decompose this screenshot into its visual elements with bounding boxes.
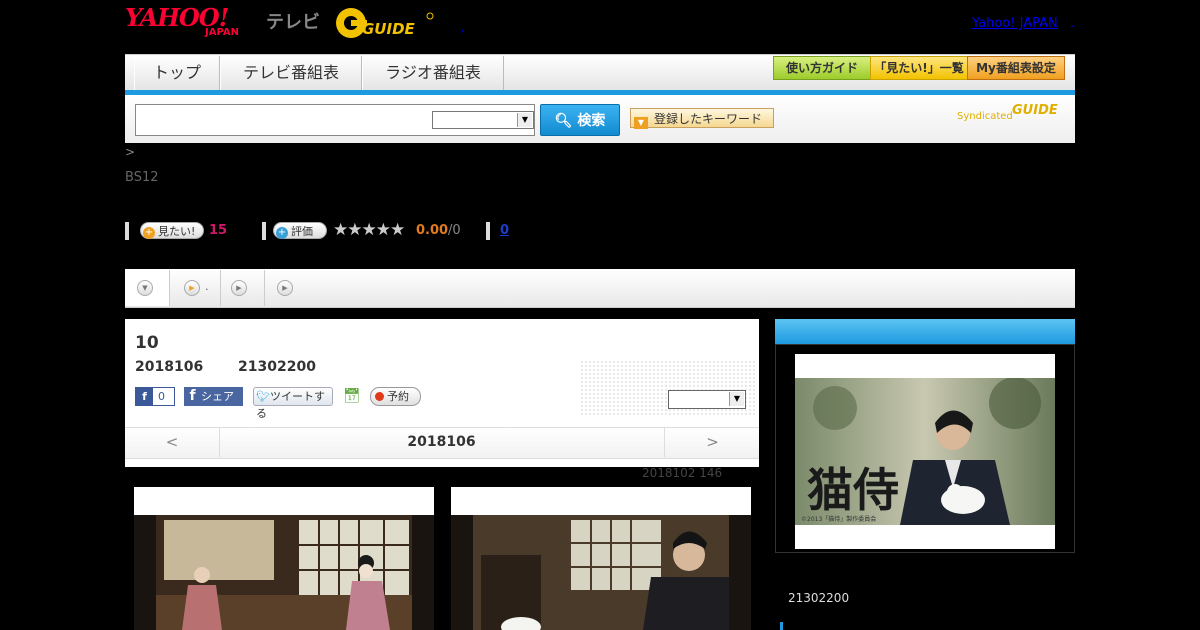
channel-name: BS12 — [125, 170, 159, 185]
reserve-button[interactable]: 予約 — [370, 387, 421, 406]
reserve-label: 予約 — [387, 390, 409, 403]
yahoo-japan-logo-text: JAPAN — [205, 27, 239, 38]
my-listings-button[interactable]: My番組表設定 — [967, 56, 1065, 80]
saved-keywords-label: 登録したキーワード — [654, 112, 763, 126]
search-icon: 🔍︎ — [554, 113, 573, 129]
header-dot: . — [1070, 16, 1075, 31]
usage-guide-button[interactable]: 使い方ガイド — [773, 56, 871, 80]
air-date: 2018106 — [135, 359, 204, 375]
search-category-select[interactable]: ▼ — [432, 111, 534, 129]
rating-value: 0.00 — [416, 223, 449, 238]
play-icon: ▶ — [184, 280, 200, 296]
syndicated-label: Syndicated — [957, 111, 1013, 122]
air-time: 21302200 — [238, 359, 316, 375]
twitter-bird-icon: 🐦︎ — [256, 390, 270, 403]
plus-icon: + — [276, 227, 288, 239]
scene-photo-1 — [134, 515, 434, 630]
calendar-add-icon[interactable]: 📅︎ — [343, 388, 361, 404]
chevron-down-icon: ▼ — [517, 113, 532, 127]
tab-tv-listings[interactable]: テレビ番組表 — [220, 56, 362, 90]
rate-button[interactable]: + 評価 — [273, 222, 327, 239]
play-icon: ▶ — [277, 280, 293, 296]
arrow-down-icon: ▼ — [634, 117, 648, 129]
want-count: 15 — [209, 223, 228, 238]
syndicated-gguide-logo: GUIDE — [1012, 103, 1058, 118]
facebook-like-button[interactable]: f0 — [135, 387, 175, 406]
record-icon — [375, 392, 384, 401]
divider — [125, 222, 129, 240]
share-label: シェア — [201, 390, 234, 403]
divider — [262, 222, 266, 240]
review-count-link[interactable]: 0 — [500, 223, 509, 238]
play-icon: ▶ — [231, 280, 247, 296]
subtab-4[interactable]: ▶ — [265, 270, 301, 306]
rating-count: /0 — [448, 223, 461, 238]
tab-radio-listings[interactable]: ラジオ番組表 — [362, 56, 504, 90]
yahoo-japan-link[interactable]: Yahoo! JAPAN — [972, 16, 1058, 31]
episode-number: 10 — [135, 333, 159, 353]
tweet-button[interactable]: 🐦︎ツイートする — [253, 387, 333, 420]
pager-next[interactable]: > — [664, 428, 760, 457]
scene-photo-2 — [451, 515, 751, 630]
subtab-2-label: . — [205, 280, 209, 293]
facebook-icon: f — [189, 388, 196, 404]
scene-photo-card-1[interactable] — [134, 487, 434, 630]
subtab-2[interactable]: ▶. — [170, 270, 221, 306]
plus-icon: + — [143, 227, 155, 239]
facebook-like-count: 0 — [158, 390, 165, 403]
gguide-logo[interactable]: GUIDE — [334, 6, 434, 40]
rating-stars: ★★★★★ — [333, 220, 405, 240]
facebook-icon: f — [136, 388, 153, 405]
program-title-art: 猫侍 — [807, 463, 899, 517]
pager-prev[interactable]: < — [125, 428, 220, 457]
header-comma: , — [461, 20, 465, 34]
side-panel-header — [775, 319, 1075, 344]
scene-photo-card-2[interactable] — [451, 487, 751, 630]
want-button[interactable]: + 見たい! — [140, 222, 204, 239]
search-button-label: 検索 — [577, 113, 606, 129]
want-list-button[interactable]: 「見たい!」一覧 — [870, 56, 968, 80]
tab-top[interactable]: トップ — [134, 56, 220, 90]
pager-date: 2018106 — [407, 434, 476, 450]
program-key-visual[interactable]: 猫侍 ©2013「猫侍」製作委員会 — [795, 378, 1055, 525]
first-air-note: 2018102 146 — [642, 466, 723, 480]
saved-keywords-button[interactable]: ▼ 登録したキーワード — [630, 108, 774, 129]
side-air-time: 21302200 — [788, 591, 850, 605]
svg-text:GUIDE: GUIDE — [362, 20, 416, 38]
program-image-copyright: ©2013「猫侍」製作委員会 — [801, 515, 876, 523]
subtab-details[interactable]: ▼ — [125, 270, 170, 306]
chevron-down-icon: ▼ — [729, 392, 744, 406]
search-button[interactable]: 🔍︎ 検索 — [540, 104, 620, 136]
tv-logo-text[interactable]: テレビ — [266, 8, 320, 34]
subtab-3[interactable]: ▶ — [221, 270, 265, 306]
breadcrumb[interactable]: > — [125, 145, 135, 159]
divider — [486, 222, 490, 240]
want-button-label: 見たい! — [158, 225, 196, 238]
facebook-share-button[interactable]: f シェア — [184, 387, 243, 406]
section-marker — [780, 622, 783, 630]
episode-select[interactable]: ▼ — [668, 390, 746, 409]
rate-button-label: 評価 — [291, 225, 313, 238]
chevron-down-icon: ▼ — [137, 280, 153, 296]
